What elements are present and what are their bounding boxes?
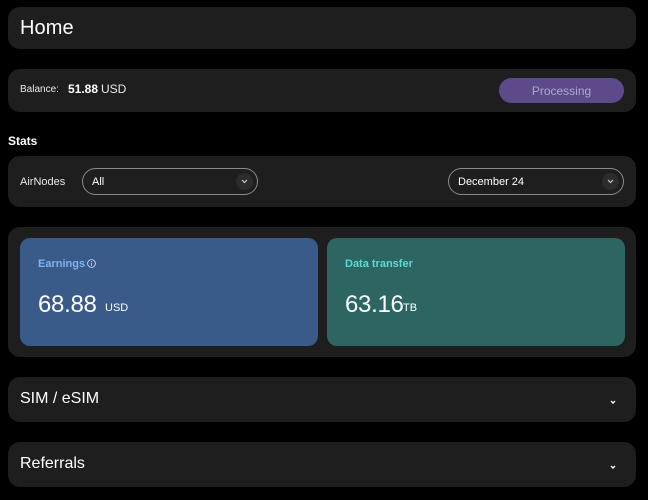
- info-icon[interactable]: [87, 255, 96, 268]
- earnings-value: 68.88: [38, 291, 97, 318]
- earnings-unit: USD: [105, 302, 129, 314]
- sim-esim-section[interactable]: SIM / eSIM: [8, 377, 636, 422]
- data-transfer-tile: Data transfer 63.16 TB: [327, 238, 625, 346]
- airnodes-select-value: All: [92, 176, 105, 188]
- date-select-value: December 24: [458, 176, 525, 188]
- stats-heading: Stats: [8, 134, 38, 148]
- data-transfer-unit: TB: [403, 302, 418, 314]
- airnodes-label: AirNodes: [20, 176, 66, 188]
- sim-esim-title: SIM / eSIM: [20, 390, 100, 407]
- earnings-title: Earnings: [38, 258, 86, 270]
- balance-card: Balance: 51.88 USD Processing: [8, 69, 636, 112]
- chevron-down-icon: [236, 173, 253, 190]
- balance-currency: USD: [101, 82, 127, 96]
- page-title: Home: [20, 17, 74, 39]
- stats-filter-card: AirNodes All December 24: [8, 156, 636, 207]
- referrals-title: Referrals: [20, 455, 85, 472]
- balance-amount: 51.88: [68, 82, 99, 96]
- airnodes-select[interactable]: All: [82, 168, 258, 195]
- chevron-down-icon[interactable]: [608, 459, 618, 469]
- data-transfer-value: 63.16: [345, 291, 404, 318]
- chevron-down-icon: [602, 173, 619, 190]
- processing-button[interactable]: Processing: [499, 78, 624, 103]
- balance-label: Balance:: [20, 84, 59, 95]
- metrics-card: Earnings 68.88 USD Data transfer 63.16 T…: [8, 227, 636, 357]
- data-transfer-title: Data transfer: [345, 258, 413, 270]
- earnings-tile: Earnings 68.88 USD: [20, 238, 318, 346]
- date-select[interactable]: December 24: [448, 168, 624, 195]
- referrals-section[interactable]: Referrals: [8, 442, 636, 487]
- header-card: Home: [8, 7, 636, 49]
- chevron-down-icon[interactable]: [608, 394, 618, 404]
